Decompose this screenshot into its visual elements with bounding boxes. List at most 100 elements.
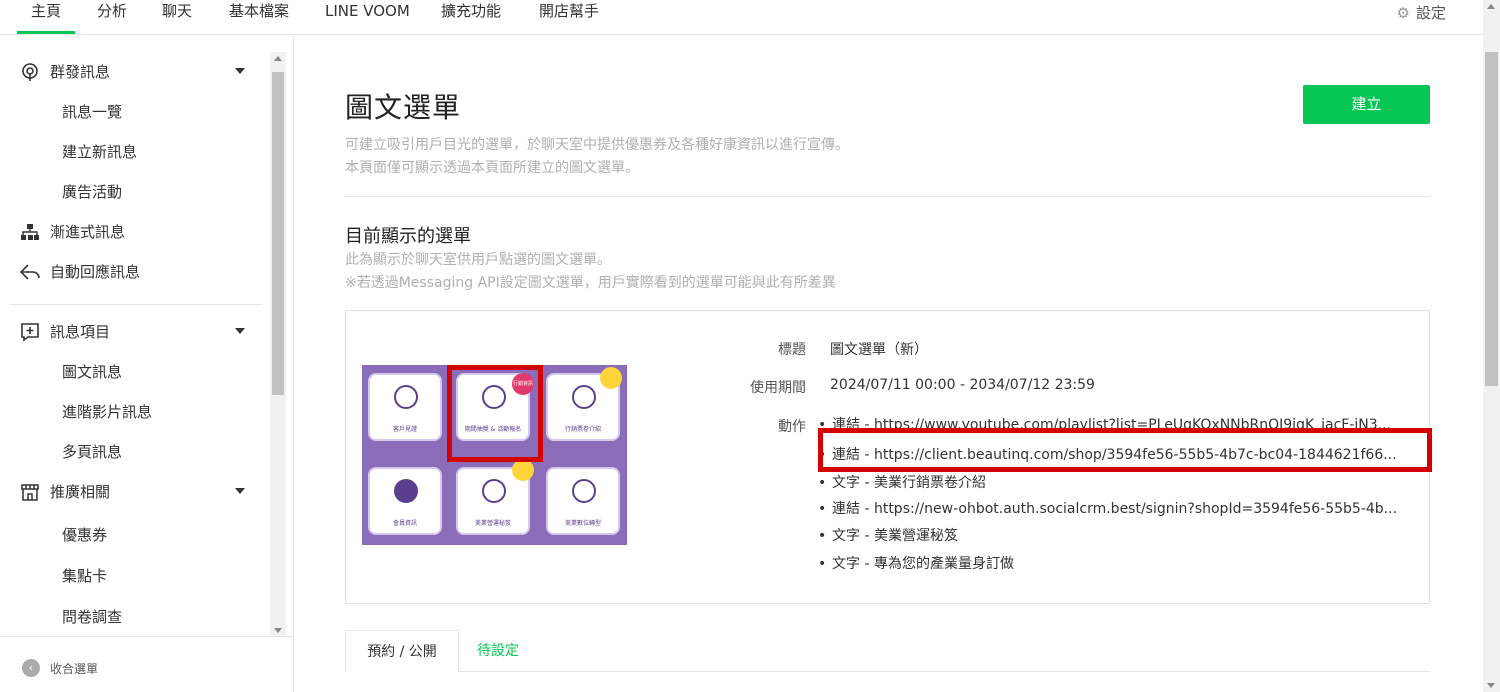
menu-tile: 客戶見證 [368,373,442,441]
scroll-up-icon[interactable] [274,56,282,61]
tab-profile[interactable]: 基本檔案 [229,2,289,34]
broadcast-icon [22,63,38,81]
tile-label: 會員資訊 [392,520,417,527]
sidebar-item-label: 自動回應訊息 [50,263,141,281]
message-add-icon [21,323,39,342]
sidebar-item-carousel[interactable]: 多頁訊息 [0,432,270,472]
tab-line-voom[interactable]: LINE VOOM [325,2,410,34]
sidebar-group-promotion[interactable]: 推廣相關 [0,472,270,512]
tab-home[interactable]: 主頁 [17,2,76,34]
new-badge [600,367,622,389]
section-description: 此為顯示於聊天室供用戶點選的圖文選單。 [345,252,611,268]
sidebar-item-rich-video[interactable]: 進階影片訊息 [0,392,270,432]
tab-analytics[interactable]: 分析 [97,2,127,34]
sidebar-item-label: 建立新訊息 [62,143,138,161]
page-title: 圖文選單 [345,91,462,124]
sidebar-group-label: 群發訊息 [50,63,111,81]
title-value: 圖文選單（新） [830,342,928,358]
scroll-down-icon[interactable] [274,628,282,633]
collapse-menu-button[interactable]: ‹ 收合選單 [0,636,293,692]
sidebar-item-label: 問卷調查 [62,608,123,626]
sidebar-item-step-messages[interactable]: 漸進式訊息 [0,212,270,252]
title-label: 標題 [778,342,806,358]
action-item: • 文字 - 美業營運秘笈 [818,525,1418,545]
tile-label: 美業營運秘笈 [474,520,511,527]
scroll-down-icon[interactable] [1487,683,1495,688]
tab-shop-helper[interactable]: 開店幫手 [539,2,599,34]
sidebar-item-label: 漸進式訊息 [50,223,126,241]
store-icon [21,484,39,501]
chevron-down-icon[interactable] [235,488,245,494]
bullet-icon: • [818,475,827,491]
tab-scheduled-published[interactable]: 預約 / 公開 [345,630,459,673]
ticket-icon [572,385,596,409]
period-label: 使用期間 [750,380,806,396]
action-item: • 文字 - 美業行銷票卷介紹 [818,472,1418,492]
scrollbar-thumb[interactable] [1485,52,1498,386]
hierarchy-icon [21,224,39,240]
idea-icon [482,479,506,503]
gear-icon: ⚙ [1396,4,1410,22]
settings-button[interactable]: ⚙ 設定 [1397,2,1446,23]
section-note: ※若透過Messaging API設定圖文選單，用戶實際看到的選單可能與此有所差… [345,275,836,291]
highlight-box [447,365,543,462]
create-button[interactable]: 建立 [1303,85,1430,124]
bullet-icon: • [818,501,827,517]
tab-chat[interactable]: 聊天 [162,2,192,34]
menu-status-tabs: 預約 / 公開 待設定 [345,630,1430,673]
tab-extensions[interactable]: 擴充功能 [441,2,501,34]
new-badge [512,459,534,481]
tab-pending[interactable]: 待設定 [477,630,519,672]
sidebar-item-label: 圖文訊息 [62,363,123,381]
sidebar-item-label: 訊息一覽 [62,103,123,121]
page-description-note: 本頁面僅可顯示透過本頁面所建立的圖文選單。 [345,160,639,176]
chevron-left-icon: ‹ [22,659,40,677]
settings-label: 設定 [1415,4,1446,22]
action-text: 文字 - 美業行銷票卷介紹 [832,475,986,491]
menu-tile: 會員資訊 [368,467,442,535]
sidebar: 群發訊息 訊息一覽 建立新訊息 廣告活動 漸進式訊息 自動回應訊息 訊息項目 圖… [0,36,294,692]
sidebar-item-label: 集點卡 [62,567,108,585]
scrollbar-thumb[interactable] [272,72,284,395]
sidebar-item-rich-message[interactable]: 圖文訊息 [0,352,270,392]
sidebar-item-message-list[interactable]: 訊息一覽 [0,92,270,132]
action-item: • 連結 - https://new-ohbot.auth.socialcrm.b… [818,498,1418,518]
scroll-up-icon[interactable] [1487,4,1495,9]
sidebar-item-surveys[interactable]: 問卷調查 [0,597,270,637]
sidebar-group-label: 訊息項目 [50,323,111,341]
video-icon [394,385,418,409]
sidebar-item-point-cards[interactable]: 集點卡 [0,556,270,596]
sidebar-group-message-items[interactable]: 訊息項目 [0,312,270,352]
sidebar-item-coupons[interactable]: 優惠券 [0,515,270,555]
page-description: 可建立吸引用戶目光的選單，於聊天室中提供優惠券及各種好康資訊以進行宣傳。 [345,137,849,153]
action-label: 動作 [778,419,806,435]
section-title: 目前顯示的選單 [345,226,471,247]
tile-label: 美業數位轉型 [564,520,601,527]
action-text: 文字 - 美業營運秘笈 [832,528,958,544]
sidebar-group-label: 推廣相關 [50,483,111,501]
action-item: • 文字 - 專為您的產業量身訂做 [818,553,1418,573]
page-scrollbar[interactable] [1483,0,1500,692]
chevron-down-icon[interactable] [235,68,245,74]
sidebar-scrollbar[interactable] [270,52,286,637]
sidebar-item-label: 優惠券 [62,526,108,544]
sidebar-item-new-message[interactable]: 建立新訊息 [0,132,270,172]
top-navigation: 主頁 分析 聊天 基本檔案 LINE VOOM 擴充功能 開店幫手 ⚙ 設定 [0,0,1483,35]
sidebar-item-auto-reply[interactable]: 自動回應訊息 [0,252,270,292]
sidebar-item-campaigns[interactable]: 廣告活動 [0,172,270,212]
phone-icon [572,479,596,503]
current-menu-card: 客戶見證 期間抽獎 & 活動報名 行銷票卷介紹 會員資訊 美業營運秘笈 美業數位… [345,310,1432,604]
action-text: 文字 - 專為您的產業量身訂做 [832,556,1014,572]
bullet-icon: • [818,556,827,572]
highlight-box [818,428,1432,472]
user-icon [394,479,418,503]
sidebar-item-label: 多頁訊息 [62,443,123,461]
chevron-down-icon[interactable] [235,328,245,334]
reply-icon [20,264,40,280]
sidebar-group-broadcast[interactable]: 群發訊息 [0,52,270,92]
divider [345,196,1430,197]
menu-tile: 美業數位轉型 [546,467,620,535]
tile-label: 客戶見證 [392,426,417,433]
sidebar-item-label: 廣告活動 [62,183,123,201]
sidebar-divider [10,304,262,305]
